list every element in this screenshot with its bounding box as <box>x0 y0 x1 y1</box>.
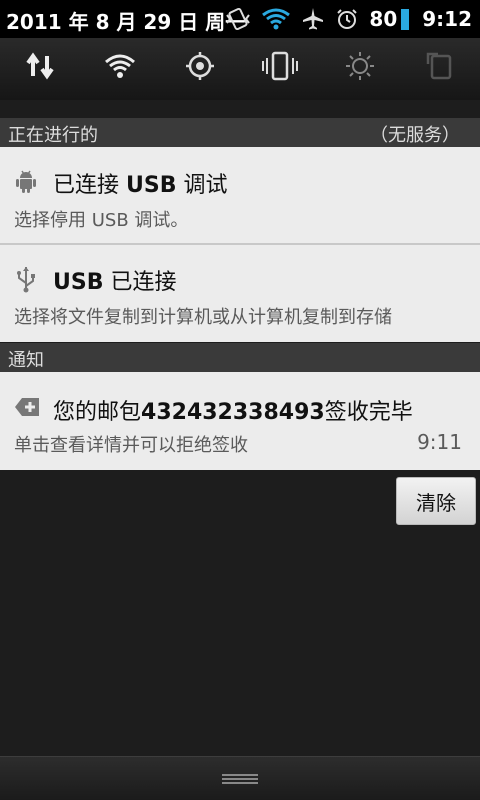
battery-indicator: 80 <box>369 7 410 31</box>
status-bar: 2011 年 8 月 29 日 周一 80 9:12 <box>0 0 480 38</box>
usb-debug-notification[interactable]: 已连接 USB 调试 选择停用 USB 调试。 <box>0 147 480 243</box>
ongoing-header-label: 正在进行的 <box>8 125 98 146</box>
title-prefix: 您的邮包 <box>53 400 142 425</box>
data-sync-toggle[interactable] <box>20 48 60 84</box>
title-bold: USB <box>126 173 177 198</box>
battery-level: 80 <box>369 7 398 31</box>
panel-drag-handle[interactable] <box>0 756 480 800</box>
screen-rotate-icon <box>426 52 452 80</box>
wifi-toggle[interactable] <box>100 48 140 84</box>
title-suffix: 调试 <box>176 173 228 198</box>
title-prefix: 已连接 <box>53 173 126 198</box>
status-date: 2011 年 8 月 29 日 周一 <box>6 10 246 34</box>
brightness-toggle[interactable] <box>340 48 380 84</box>
vibrate-toggle-icon <box>262 51 298 81</box>
data-sync-icon <box>26 52 54 80</box>
title-bold: 432432338493 <box>141 400 325 425</box>
status-icons: 80 9:12 <box>225 4 472 34</box>
title-suffix: 已连接 <box>103 270 177 295</box>
gps-icon <box>186 52 214 80</box>
battery-icon <box>400 7 410 31</box>
notifications-header: 通知 <box>0 343 480 372</box>
clear-button[interactable]: 清除 <box>396 477 476 525</box>
notifications-header-label: 通知 <box>8 350 44 371</box>
title-suffix: 签收完毕 <box>324 400 413 425</box>
quick-toggle-bar <box>0 38 480 137</box>
alarm-icon <box>335 7 359 31</box>
tag-icon <box>14 396 40 422</box>
airplane-icon <box>301 7 325 31</box>
title-bold: USB <box>53 270 104 295</box>
drag-handle-icon <box>222 774 258 784</box>
status-time: 9:12 <box>422 7 472 31</box>
usb-connected-notification[interactable]: USB 已连接 选择将文件复制到计算机或从计算机复制到存储 <box>0 245 480 342</box>
gps-toggle[interactable] <box>180 48 220 84</box>
brightness-icon <box>346 52 374 80</box>
notification-title: 您的邮包432432338493签收完毕 <box>53 394 413 426</box>
vibrate-toggle[interactable] <box>260 48 300 84</box>
wifi-toggle-icon <box>105 54 135 78</box>
wifi-icon <box>261 8 291 30</box>
android-icon <box>14 169 38 197</box>
notification-title: USB 已连接 <box>53 264 176 296</box>
notification-subtitle: 选择停用 USB 调试。 <box>14 210 189 231</box>
notification-subtitle: 单击查看详情并可以拒绝签收 <box>14 435 248 456</box>
ongoing-header: 正在进行的 （无服务） <box>0 118 480 147</box>
usb-icon <box>14 265 38 297</box>
screen-rotate-toggle[interactable] <box>420 48 460 84</box>
notification-title: 已连接 USB 调试 <box>53 167 227 199</box>
package-notification[interactable]: 您的邮包432432338493签收完毕 单击查看详情并可以拒绝签收 9:11 <box>0 372 480 470</box>
notification-time: 9:11 <box>417 430 462 454</box>
carrier-label: （无服务） <box>370 125 460 146</box>
vibrate-icon <box>225 7 251 31</box>
notification-subtitle: 选择将文件复制到计算机或从计算机复制到存储 <box>14 307 392 328</box>
